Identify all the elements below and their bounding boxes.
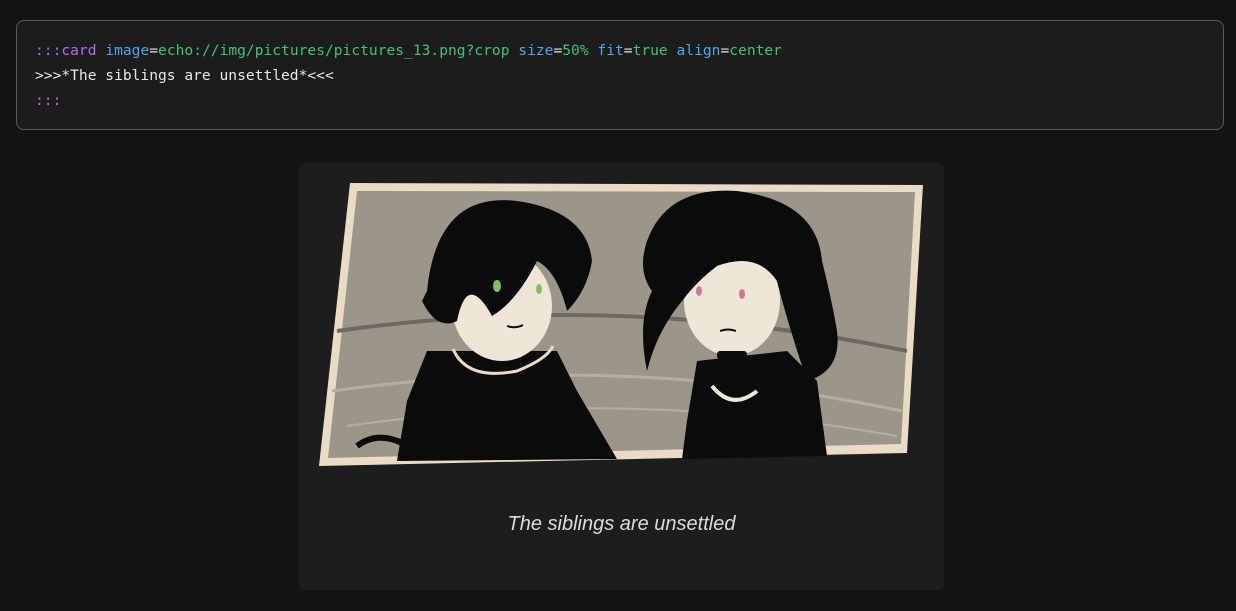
- source-line-2: >>>*The siblings are unsettled*<<<: [35, 67, 334, 84]
- image-card: The siblings are unsettled: [299, 163, 944, 590]
- attr-eq: =: [149, 42, 159, 59]
- attr-size-value: 50%: [562, 42, 589, 59]
- source-line-3: :::: [35, 92, 62, 109]
- card-caption: The siblings are unsettled: [507, 513, 736, 535]
- source-line-1: :::card image=echo://img/pictures/pictur…: [35, 38, 1205, 63]
- attr-size-name: size: [518, 42, 554, 59]
- attr-fit-name: fit: [597, 42, 624, 59]
- attr-eq: =: [720, 42, 730, 59]
- directive-name: card: [61, 42, 97, 59]
- attr-fit-value: true: [632, 42, 668, 59]
- attr-image-value: echo://img/pictures/pictures_13.png?crop: [158, 42, 510, 59]
- attr-align-name: align: [676, 42, 721, 59]
- attr-eq: =: [623, 42, 633, 59]
- attr-align-value: center: [729, 42, 782, 59]
- attr-eq: =: [553, 42, 563, 59]
- attr-image-name: image: [105, 42, 150, 59]
- directive-open-marker: :::: [35, 42, 62, 59]
- markdown-source-block[interactable]: :::card image=echo://img/pictures/pictur…: [16, 20, 1224, 130]
- card-illustration: [319, 183, 923, 466]
